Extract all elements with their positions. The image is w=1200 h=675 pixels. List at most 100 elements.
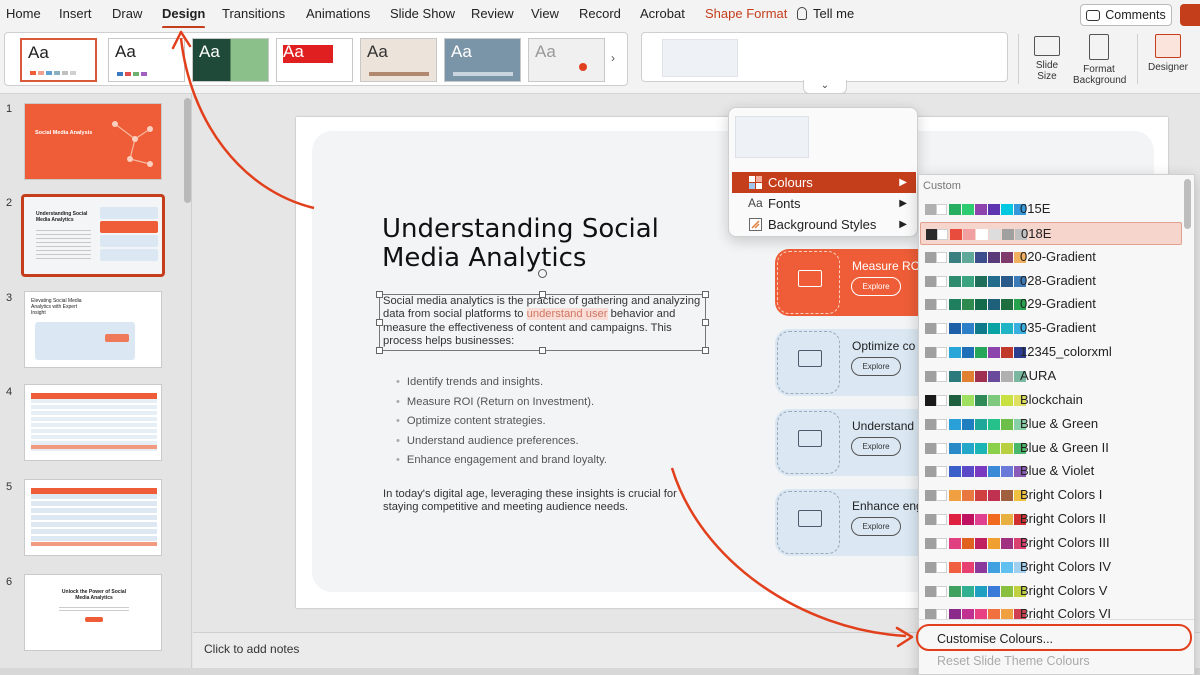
explore-button[interactable]: Explore	[851, 517, 901, 536]
resize-handle[interactable]	[376, 347, 383, 354]
swatch	[141, 72, 147, 76]
tab-animations[interactable]: Animations	[306, 6, 370, 21]
colour-swatch	[976, 228, 988, 240]
colour-scheme-item[interactable]: 020-Gradient	[920, 246, 1182, 269]
colour-swatch	[975, 347, 987, 359]
tab-shape-format[interactable]: Shape Format	[705, 6, 787, 21]
ribbon-divider	[1137, 34, 1138, 84]
tab-slide-show[interactable]: Slide Show	[390, 6, 455, 21]
colour-swatch	[988, 323, 1000, 335]
slide-thumbnail-1[interactable]: Social Media Analysis	[24, 103, 162, 180]
tab-record[interactable]: Record	[579, 6, 621, 21]
colour-swatch	[949, 537, 961, 549]
slide-thumbnail-2[interactable]: Understanding Social Media Analytics	[21, 194, 165, 277]
slide-panel-scrollbar[interactable]	[184, 98, 191, 203]
menu-item-colours[interactable]: Colours ▶	[732, 172, 916, 193]
slide-closing-text[interactable]: In today's digital age, leveraging these…	[383, 488, 693, 515]
thumb-table-footer	[31, 542, 157, 546]
chevron-right-icon[interactable]: ›	[611, 51, 615, 65]
colour-scheme-item[interactable]: Bright Colors V	[920, 580, 1182, 603]
theme-thumbnail[interactable]: Aa	[276, 38, 353, 82]
colour-swatch	[975, 275, 987, 287]
tab-design[interactable]: Design	[162, 6, 206, 29]
colour-scheme-item[interactable]: 029-Gradient	[920, 293, 1182, 316]
bullet-list[interactable]: Identify trends and insights. Measure RO…	[396, 376, 607, 474]
explore-button[interactable]: Explore	[851, 357, 901, 376]
menu-item-label: Fonts	[768, 196, 801, 211]
colour-scheme-item[interactable]: Blue & Violet	[920, 460, 1182, 483]
colour-scheme-item[interactable]: Bright Colors I	[920, 484, 1182, 507]
rotate-handle[interactable]	[538, 269, 547, 278]
bullet-item: Optimize content strategies.	[396, 415, 607, 435]
comments-button[interactable]: Comments	[1080, 4, 1172, 26]
tab-acrobat[interactable]: Acrobat	[640, 6, 685, 21]
colour-scheme-item[interactable]: Bright Colors II	[920, 508, 1182, 531]
theme-thumbnail[interactable]: Aa	[444, 38, 521, 82]
colour-swatch	[936, 490, 947, 502]
design-ribbon: Aa Aa Aa Aa Aa Aa Aa › ⌄ Slide Size Form…	[0, 28, 1200, 94]
theme-sample: Aa	[283, 42, 304, 61]
theme-thumbnail[interactable]: Aa	[192, 38, 269, 82]
slide-thumbnail-4[interactable]	[24, 384, 162, 461]
theme-thumbnail[interactable]: Aa	[360, 38, 437, 82]
colour-swatch	[925, 514, 936, 526]
colour-swatch	[988, 347, 1000, 359]
variant-thumbnail[interactable]	[662, 39, 738, 77]
colour-swatch	[925, 370, 936, 382]
explore-button[interactable]: Explore	[851, 437, 901, 456]
slide-thumbnail-3[interactable]: Elevating Social Media Analytics with Ex…	[24, 291, 162, 368]
colour-scheme-item[interactable]: Bright Colors III	[920, 532, 1182, 555]
tab-review[interactable]: Review	[471, 6, 514, 21]
colour-scheme-item[interactable]: Bright Colors IV	[920, 556, 1182, 579]
colour-swatch	[925, 490, 936, 502]
colour-scheme-item[interactable]: 12345_colorxml	[920, 341, 1182, 364]
resize-handle[interactable]	[376, 291, 383, 298]
colour-scheme-item[interactable]: Blue & Green II	[920, 437, 1182, 460]
colour-scheme-item[interactable]: 035-Gradient	[920, 317, 1182, 340]
thumb-card	[100, 221, 158, 233]
tab-insert[interactable]: Insert	[59, 6, 92, 21]
thumb-title: Unlock the Power of Social Media Analyti…	[61, 589, 127, 601]
colour-scheme-item[interactable]: Blue & Green	[920, 413, 1182, 436]
tab-home[interactable]: Home	[6, 6, 41, 21]
tab-draw[interactable]: Draw	[112, 6, 142, 21]
theme-thumbnail[interactable]: Aa	[528, 38, 605, 82]
swatch	[30, 71, 36, 75]
colour-scheme-item[interactable]: 018E	[920, 221, 1182, 245]
colour-scheme-item[interactable]: 015E	[920, 198, 1182, 221]
variant-preview[interactable]	[735, 116, 809, 158]
card-title: Optimize co	[852, 339, 916, 353]
menu-item-background-styles[interactable]: Background Styles ▶	[732, 214, 916, 235]
slide-paragraph[interactable]: Social media analytics is the practice o…	[383, 295, 705, 349]
slide-size-button[interactable]: Slide Size	[1027, 34, 1067, 82]
slide-title[interactable]: Understanding Social Media Analytics	[382, 215, 702, 273]
tab-transitions[interactable]: Transitions	[222, 6, 285, 21]
slide-thumbnail-6[interactable]: Unlock the Power of Social Media Analyti…	[24, 574, 162, 651]
theme-sample: Aa	[28, 43, 49, 62]
colour-swatch	[988, 275, 1000, 287]
tab-view[interactable]: View	[531, 6, 559, 21]
colours-scrollbar[interactable]	[1184, 179, 1191, 229]
thumb-card	[100, 235, 158, 247]
card-icon-frame	[777, 411, 840, 474]
colour-scheme-item[interactable]: AURA	[920, 365, 1182, 388]
theme-thumbnail[interactable]: Aa	[20, 38, 97, 82]
tell-me-search[interactable]: Tell me	[797, 6, 854, 21]
colour-swatch	[949, 275, 961, 287]
designer-button[interactable]: Designer	[1144, 34, 1192, 73]
menu-item-fonts[interactable]: Aa Fonts ▶	[732, 193, 916, 214]
theme-thumbnail[interactable]: Aa	[108, 38, 185, 82]
colour-scheme-item[interactable]: Blockchain	[920, 389, 1182, 412]
variants-more-button[interactable]: ⌄	[803, 80, 847, 94]
format-background-button[interactable]: Format Background	[1073, 34, 1126, 86]
colour-scheme-item[interactable]: 028-Gradient	[920, 270, 1182, 293]
colour-swatch	[925, 442, 936, 454]
colour-swatch	[949, 299, 961, 311]
explore-button[interactable]: Explore	[851, 277, 901, 296]
colour-swatch	[949, 323, 961, 335]
swatch	[46, 71, 52, 75]
resize-handle[interactable]	[376, 319, 383, 326]
share-button[interactable]	[1180, 4, 1200, 26]
slide-thumbnail-5[interactable]	[24, 479, 162, 556]
colour-swatch	[925, 537, 936, 549]
